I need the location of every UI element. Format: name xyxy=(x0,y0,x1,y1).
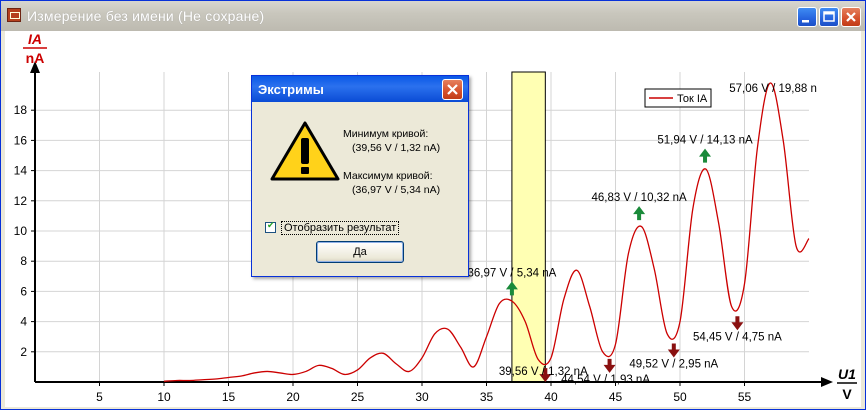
title-bar[interactable]: Измерение без имени (Не сохране) xyxy=(1,1,865,31)
show-result-checkbox[interactable] xyxy=(265,220,276,233)
y-tick-label: 12 xyxy=(14,194,28,208)
x-axis-label-bottom: V xyxy=(842,386,852,402)
max-label: Максимум кривой: xyxy=(343,170,433,182)
min-value: (39,56 V / 1,32 nA) xyxy=(352,142,441,154)
up-arrow-icon xyxy=(699,148,712,163)
y-tick-label: 18 xyxy=(14,103,28,117)
show-result-label[interactable]: Отобразить результат xyxy=(281,221,400,235)
y-tick-label: 2 xyxy=(20,345,27,359)
annotation-label: 36,97 V / 5,34 nA xyxy=(467,267,556,279)
x-tick-label: 35 xyxy=(480,390,494,404)
minimize-icon xyxy=(802,20,809,23)
maximize-icon xyxy=(823,11,835,22)
annotation-label: 51,94 V / 14,13 nA xyxy=(657,135,753,147)
annotation-label: 57,06 V / 19,88 n xyxy=(729,83,817,95)
x-tick-label: 50 xyxy=(673,390,687,404)
x-tick-label: 45 xyxy=(609,390,623,404)
x-axis-arrow xyxy=(821,377,833,387)
extrema-dialog: Экстримы Минимум кривой: (39,56 V / 1,32… xyxy=(251,75,469,277)
legend-entry: Ток IA xyxy=(677,93,708,105)
close-button[interactable] xyxy=(841,7,861,27)
x-tick-label: 20 xyxy=(286,390,300,404)
annotation-label: 54,45 V / 4,75 nA xyxy=(693,331,782,343)
warning-icon xyxy=(270,121,340,181)
x-tick-label: 15 xyxy=(222,390,236,404)
x-tick-label: 10 xyxy=(157,390,171,404)
y-tick-label: 4 xyxy=(20,315,27,329)
annotation-label: 49,52 V / 2,95 nA xyxy=(629,358,718,370)
close-icon xyxy=(846,12,856,22)
y-tick-label: 10 xyxy=(14,224,28,238)
y-tick-label: 6 xyxy=(20,284,27,298)
ok-button[interactable]: Да xyxy=(316,241,404,263)
x-tick-label: 40 xyxy=(544,390,558,404)
y-axis-label-bottom: nA xyxy=(26,50,45,66)
down-arrow-icon xyxy=(731,316,744,331)
down-arrow-icon xyxy=(603,358,616,373)
close-icon xyxy=(447,84,458,95)
min-label: Минимум кривой: xyxy=(343,128,429,140)
x-tick-label: 5 xyxy=(96,390,103,404)
dialog-title: Экстримы xyxy=(258,82,324,97)
minimize-button[interactable] xyxy=(797,7,817,27)
up-arrow-icon xyxy=(633,206,646,221)
highlight-band xyxy=(511,71,546,383)
dialog-title-bar[interactable]: Экстримы xyxy=(252,76,468,102)
x-axis-label-top: U1 xyxy=(838,366,856,382)
down-arrow-icon xyxy=(667,343,680,358)
window-title: Измерение без имени (Не сохране) xyxy=(27,8,265,24)
dialog-close-button[interactable] xyxy=(442,79,463,100)
main-window: Измерение без имени (Не сохране) 5 10 15 20… xyxy=(0,0,866,410)
x-tick-label: 30 xyxy=(415,390,429,404)
y-tick-label: 16 xyxy=(14,133,28,147)
maximize-button[interactable] xyxy=(819,7,839,27)
x-tick-label: 55 xyxy=(738,390,752,404)
max-value: (36,97 V / 5,34 nA) xyxy=(352,184,441,196)
y-axis-label-top: IA xyxy=(28,31,42,47)
x-tick-label: 25 xyxy=(351,390,365,404)
annotation-label: 44,54 V / 1,93 nA xyxy=(561,374,650,386)
y-tick-label: 14 xyxy=(14,164,28,178)
app-icon[interactable] xyxy=(7,8,21,22)
annotation-label: 46,83 V / 10,32 nA xyxy=(591,192,687,204)
y-tick-label: 8 xyxy=(20,254,27,268)
